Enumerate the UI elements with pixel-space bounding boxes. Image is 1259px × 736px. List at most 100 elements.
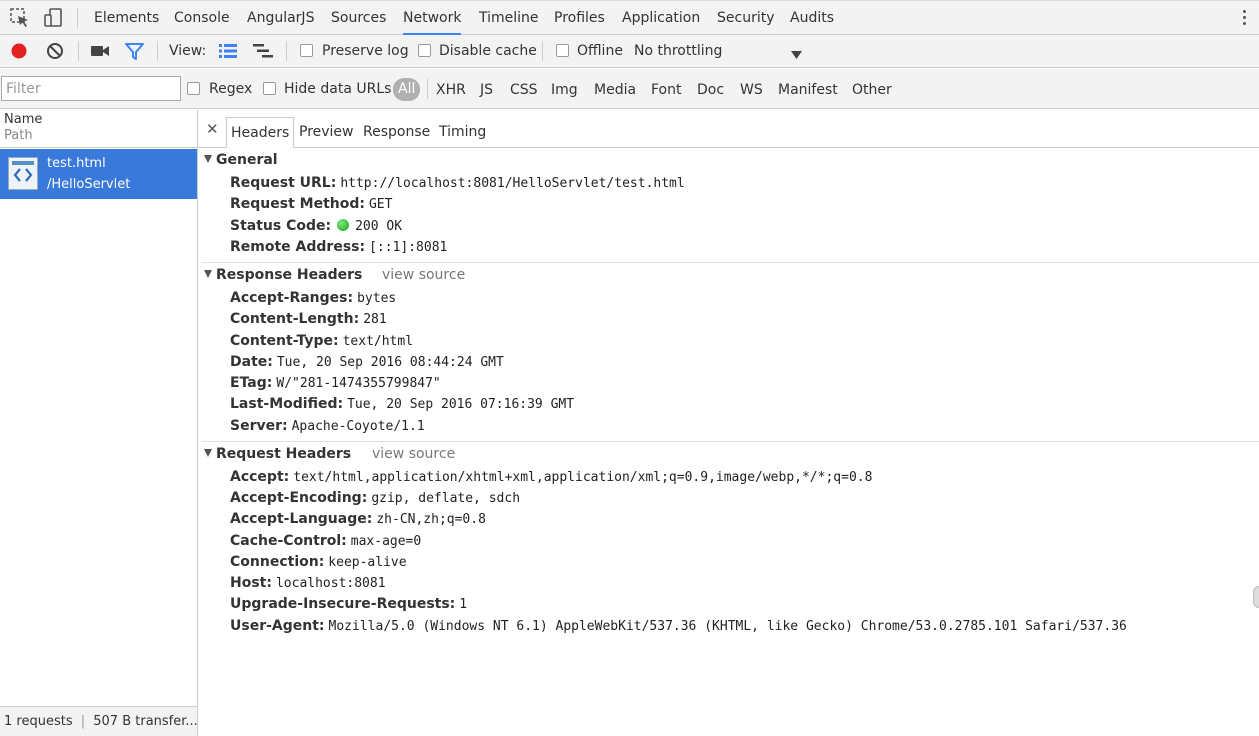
request-list-header[interactable]: Name Path bbox=[0, 110, 197, 148]
panel-tab-sources[interactable]: Sources bbox=[331, 1, 386, 35]
request-list: Name Path test.html /HelloServlet 1 requ… bbox=[0, 110, 198, 736]
divider bbox=[427, 79, 428, 99]
header-row: Host: localhost:8081 bbox=[230, 575, 386, 591]
filter-type-img[interactable]: Img bbox=[551, 69, 578, 109]
triangle-down-icon bbox=[204, 155, 212, 163]
filter-input[interactable] bbox=[1, 76, 181, 101]
tab-response[interactable]: Response bbox=[359, 117, 434, 148]
divider bbox=[202, 441, 1259, 442]
divider bbox=[78, 41, 79, 61]
status-ok-icon bbox=[337, 219, 350, 231]
request-row[interactable]: test.html /HelloServlet bbox=[0, 149, 197, 199]
offline-checkbox[interactable] bbox=[556, 44, 569, 57]
request-headers-section-toggle[interactable]: Request Headers bbox=[204, 446, 351, 462]
filter-type-xhr[interactable]: XHR bbox=[436, 69, 466, 109]
panel-tab-security[interactable]: Security bbox=[717, 1, 775, 35]
divider bbox=[77, 8, 78, 28]
view-source-link[interactable]: view source bbox=[382, 267, 465, 283]
panel-tab-angularjs[interactable]: AngularJS bbox=[247, 1, 314, 35]
header-row: Content-Length: 281 bbox=[230, 311, 387, 327]
filter-type-media[interactable]: Media bbox=[594, 69, 636, 109]
scroll-handle[interactable] bbox=[1253, 586, 1259, 608]
detail-tab-bar: ✕ Headers Preview Response Timing bbox=[198, 110, 1259, 148]
disable-cache-checkbox[interactable] bbox=[418, 44, 431, 57]
panel-tab-console[interactable]: Console bbox=[174, 1, 230, 35]
throttling-select[interactable]: No throttling bbox=[634, 35, 722, 67]
header-row: Accept: text/html,application/xhtml+xml,a… bbox=[230, 469, 873, 485]
panel-tab-application[interactable]: Application bbox=[622, 1, 700, 35]
capture-screenshots-icon[interactable] bbox=[91, 44, 110, 62]
triangle-down-icon bbox=[204, 270, 212, 278]
filter-type-css[interactable]: CSS bbox=[510, 69, 538, 109]
general-title: General bbox=[216, 152, 278, 168]
devtools-tab-bar: Elements Console AngularJS Sources Netwo… bbox=[0, 0, 1259, 35]
header-row: Server: Apache-Coyote/1.1 bbox=[230, 418, 425, 434]
header-row: Upgrade-Insecure-Requests: 1 bbox=[230, 596, 468, 612]
header-row: Last-Modified: Tue, 20 Sep 2016 07:16:39 … bbox=[230, 396, 575, 412]
tab-preview[interactable]: Preview bbox=[295, 117, 358, 148]
header-row: Accept-Language: zh-CN,zh;q=0.8 bbox=[230, 511, 486, 527]
filter-type-manifest[interactable]: Manifest bbox=[778, 69, 838, 109]
panel-tab-audits[interactable]: Audits bbox=[790, 1, 834, 35]
header-row: Date: Tue, 20 Sep 2016 08:44:24 GMT bbox=[230, 354, 504, 370]
html-file-icon bbox=[8, 157, 38, 190]
filter-type-other[interactable]: Other bbox=[852, 69, 892, 109]
more-options-icon[interactable] bbox=[1243, 10, 1247, 26]
offline-label: Offline bbox=[577, 43, 623, 59]
divider bbox=[202, 262, 1259, 263]
network-toolbar: View: Preserve log Disable cache Offline… bbox=[0, 35, 1259, 68]
tab-timing[interactable]: Timing bbox=[435, 117, 490, 148]
header-row: Request URL: http://localhost:8081/HelloS… bbox=[230, 175, 685, 191]
tab-headers[interactable]: Headers bbox=[226, 117, 295, 148]
header-row: Cache-Control: max-age=0 bbox=[230, 533, 422, 549]
request-headers-title: Request Headers bbox=[216, 446, 352, 462]
header-row: Accept-Ranges: bytes bbox=[230, 290, 397, 306]
panel-tab-profiles[interactable]: Profiles bbox=[554, 1, 605, 35]
request-detail-pane: ✕ Headers Preview Response Timing Genera… bbox=[198, 110, 1259, 736]
triangle-down-icon bbox=[204, 449, 212, 457]
inspect-element-icon[interactable] bbox=[9, 7, 31, 29]
divider: | bbox=[80, 714, 86, 729]
filter-type-ws[interactable]: WS bbox=[740, 69, 763, 109]
divider bbox=[286, 41, 287, 61]
filter-type-font[interactable]: Font bbox=[651, 69, 681, 109]
column-name: Name bbox=[4, 112, 43, 127]
regex-label: Regex bbox=[209, 81, 253, 97]
request-count: 1 requests bbox=[4, 714, 73, 729]
chevron-down-icon[interactable] bbox=[791, 47, 802, 63]
panel-tab-timeline[interactable]: Timeline bbox=[479, 1, 539, 35]
header-row: User-Agent: Mozilla/5.0 (Windows NT 6.1) … bbox=[230, 618, 1127, 634]
header-row: Content-Type: text/html bbox=[230, 333, 414, 349]
status-summary: 1 requests | 507 B transfer... bbox=[0, 706, 197, 736]
disable-cache-label: Disable cache bbox=[439, 43, 537, 59]
preserve-log-checkbox[interactable] bbox=[300, 44, 313, 57]
filter-icon[interactable] bbox=[125, 43, 144, 64]
view-source-link[interactable]: view source bbox=[372, 446, 455, 462]
response-headers-title: Response Headers bbox=[216, 267, 363, 283]
device-mode-icon[interactable] bbox=[42, 7, 64, 29]
panel-tab-network[interactable]: Network bbox=[403, 1, 462, 35]
record-icon[interactable] bbox=[10, 42, 28, 64]
panel-tab-elements[interactable]: Elements bbox=[94, 1, 159, 35]
regex-checkbox[interactable] bbox=[187, 82, 200, 95]
header-row: Connection: keep-alive bbox=[230, 554, 407, 570]
large-rows-icon[interactable] bbox=[219, 44, 237, 62]
column-path: Path bbox=[4, 128, 33, 143]
filter-type-doc[interactable]: Doc bbox=[697, 69, 724, 109]
view-label: View: bbox=[169, 43, 207, 59]
waterfall-icon[interactable] bbox=[253, 44, 273, 62]
filter-type-all[interactable]: All bbox=[393, 78, 421, 101]
header-row: Remote Address: [::1]:8081 bbox=[230, 239, 448, 255]
header-row: ETag: W/"281-1474355799847" bbox=[230, 375, 441, 391]
close-icon[interactable]: ✕ bbox=[206, 120, 219, 138]
response-headers-section-toggle[interactable]: Response Headers bbox=[204, 267, 362, 283]
filter-type-js[interactable]: JS bbox=[480, 69, 493, 109]
transfer-size: 507 B transfer... bbox=[93, 714, 197, 729]
divider bbox=[542, 41, 543, 61]
hide-data-urls-label: Hide data URLs bbox=[284, 81, 392, 97]
request-path: /HelloServlet bbox=[47, 177, 131, 192]
hide-data-urls-checkbox[interactable] bbox=[263, 82, 276, 95]
clear-icon[interactable] bbox=[46, 42, 64, 64]
filter-bar: Regex Hide data URLs All XHR JS CSS Img … bbox=[0, 69, 1259, 109]
general-section-toggle[interactable]: General bbox=[204, 152, 278, 168]
